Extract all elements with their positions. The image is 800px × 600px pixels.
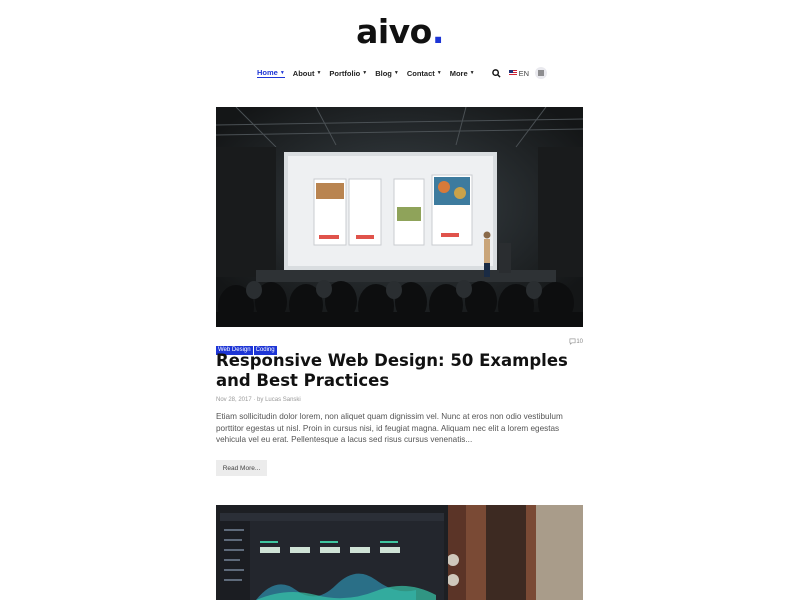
chevron-down-icon: ▼ — [436, 70, 442, 76]
language-label: EN — [518, 68, 529, 78]
comments-number: 10 — [576, 338, 583, 345]
nav-label: Home — [257, 68, 278, 77]
nav-item-about[interactable]: About ▼ — [293, 69, 322, 78]
post-excerpt: Etiam sollicitudin dolor lorem, non aliq… — [216, 412, 563, 445]
post-title[interactable]: Responsive Web Design: 50 Examples and B… — [216, 351, 586, 391]
comment-icon — [569, 338, 576, 345]
post-meta: Web Design Coding 10 — [216, 338, 583, 355]
search-icon[interactable] — [491, 67, 503, 79]
comments-count[interactable]: 10 — [569, 338, 583, 345]
post-date: Nov 28, 2017 — [216, 397, 252, 403]
post-featured-image[interactable] — [216, 107, 583, 327]
nav-label: More — [449, 68, 468, 78]
nav-item-blog[interactable]: Blog ▼ — [375, 69, 399, 78]
nav-item-contact[interactable]: Contact ▼ — [407, 69, 442, 78]
nav-item-home[interactable]: Home ▼ — [257, 68, 285, 78]
chevron-down-icon: ▼ — [362, 70, 368, 76]
menu-icon[interactable] — [535, 67, 547, 79]
logo-dot: . — [431, 12, 445, 51]
nav-label: Portfolio — [329, 68, 361, 78]
chevron-down-icon: ▼ — [469, 70, 475, 76]
nav-label: About — [292, 68, 315, 78]
read-more-button[interactable]: Read More... — [216, 460, 267, 476]
chevron-down-icon: ▼ — [393, 70, 399, 76]
language-switcher[interactable]: EN — [508, 68, 529, 78]
chevron-down-icon: ▼ — [316, 70, 322, 76]
site-logo[interactable]: aivo. — [0, 12, 800, 51]
chevron-down-icon: ▼ — [279, 69, 285, 76]
nav-label: Contact — [406, 68, 435, 78]
logo-text: aivo — [356, 12, 432, 51]
post-author[interactable]: Lucas Sanski — [265, 397, 301, 403]
nav-item-more[interactable]: More ▼ — [450, 69, 475, 78]
post-byline: Nov 28, 2017 · by Lucas Sanski — [216, 397, 301, 403]
nav-item-portfolio[interactable]: Portfolio ▼ — [329, 69, 367, 78]
nav-label: Blog — [375, 68, 392, 78]
main-nav: Home ▼ About ▼ Portfolio ▼ Blog ▼ Contact ▼ M… — [0, 66, 800, 80]
flag-icon — [508, 70, 517, 76]
byline-separator: · by — [253, 397, 264, 403]
post-featured-image-2[interactable] — [216, 505, 583, 600]
